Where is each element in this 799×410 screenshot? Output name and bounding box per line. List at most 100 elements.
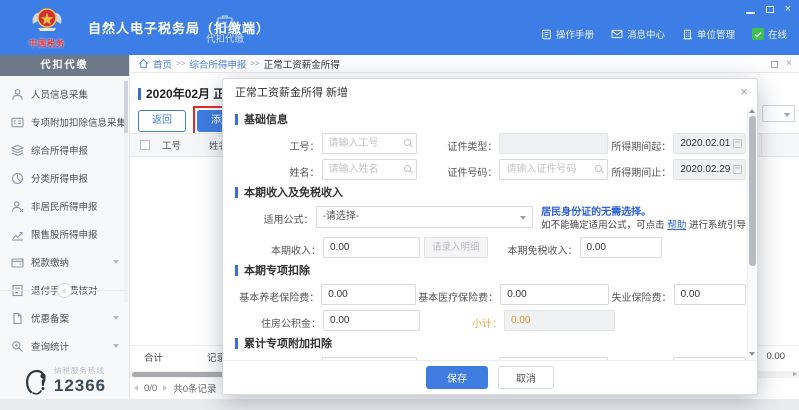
tab-close-icon[interactable]: ×: [786, 60, 792, 68]
manual-icon: [541, 29, 552, 40]
unemployment-input[interactable]: [674, 284, 746, 305]
period-end-label: 所得期间止：: [610, 159, 671, 179]
tax-free-input[interactable]: [580, 237, 662, 258]
logo-caption: 中国税务: [8, 38, 86, 49]
emp-no-input[interactable]: [322, 133, 417, 154]
sidebar-item-label: 税款缴纳: [31, 255, 69, 269]
breadcrumb-level2[interactable]: 综合所得申报: [189, 57, 246, 71]
briefcase-icon: [217, 14, 233, 28]
menu-item-label: 消息中心: [627, 27, 665, 41]
close-window-icon[interactable]: ×: [785, 5, 791, 14]
menu-item-manual[interactable]: 操作手册: [541, 27, 594, 41]
sidebar-item-personnel-info[interactable]: 人员信息采集: [0, 80, 129, 108]
form-row: 住房公积金： 小计：: [237, 310, 746, 331]
nav-tab-withholding[interactable]: 代扣代缴: [196, 6, 254, 52]
sidebar-item-label: 人员信息采集: [31, 87, 88, 101]
formula-select[interactable]: -请选择-: [316, 206, 534, 228]
chevron-down-icon: [784, 113, 790, 117]
scroll-up-icon[interactable]: [749, 109, 755, 113]
section-title: 本期收入及免税收入: [244, 184, 343, 200]
sidebar-item-special-deduction-info[interactable]: 专项附加扣除信息采集: [0, 108, 129, 136]
maximize-icon[interactable]: [766, 6, 774, 13]
prev-page-icon[interactable]: [134, 385, 138, 391]
help-link[interactable]: 帮助: [667, 220, 686, 231]
housing-fund-label: 住房公积金：: [237, 310, 321, 330]
hotline-label: 纳税服务热线: [54, 365, 106, 376]
sidebar-collapse-button[interactable]: ‹: [57, 283, 72, 298]
chevron-down-icon: [113, 260, 119, 264]
id-no-input[interactable]: [499, 159, 608, 180]
section-income: 本期收入及免税收入: [235, 185, 746, 199]
hotline-icon: [23, 366, 49, 396]
select-all-checkbox[interactable]: [140, 140, 150, 150]
scroll-down-icon[interactable]: [749, 352, 755, 356]
modal-close-icon[interactable]: ×: [740, 84, 748, 99]
sidebar-menu: 人员信息采集 专项附加扣除信息采集 综合所得申报 分类所得申报 非居民所得申报 …: [0, 76, 129, 360]
window-controls: ×: [746, 5, 791, 14]
search-stats-icon: [11, 340, 24, 353]
form-row: 适用公式： -请选择- 居民身份证的无需选择。 如不能确定适用公式，可点击 帮助…: [237, 206, 746, 232]
section-special-deduction: 本期专项扣除: [235, 263, 746, 277]
next-page-icon[interactable]: [163, 385, 167, 391]
tax-logo: 中国税务: [8, 2, 86, 49]
sidebar-item-query-statistics[interactable]: 查询统计: [0, 332, 129, 360]
sidebar-item-label: 分类所得申报: [31, 171, 88, 185]
org-icon: [682, 29, 693, 40]
sidebar-item-label: 优惠备案: [31, 311, 69, 325]
window-bottom-strip: [0, 399, 799, 410]
note-line2-post: 进行系统引导: [689, 220, 746, 231]
menu-item-messages[interactable]: 消息中心: [611, 27, 665, 41]
note-line2: 如不能确定适用公式，可点击 帮助 进行系统引导: [541, 219, 746, 232]
name-input[interactable]: [322, 159, 417, 180]
sidebar-item-tax-payment[interactable]: 税款缴纳: [0, 248, 129, 276]
menu-item-label: 操作手册: [556, 27, 594, 41]
wallet-icon: [11, 256, 24, 269]
total-records: 共0条记录: [173, 381, 216, 395]
calendar-icon: [733, 165, 742, 174]
section-accent-bar: [235, 114, 238, 125]
menu-item-label: 单位管理: [697, 27, 735, 41]
sidebar: 代扣代缴 人员信息采集 专项附加扣除信息采集 综合所得申报 分类所得申报 非居民…: [0, 55, 130, 410]
save-button[interactable]: 保存: [426, 366, 488, 389]
scrollbar-thumb[interactable]: [749, 116, 756, 266]
sidebar-item-classified-income[interactable]: 分类所得申报: [0, 164, 129, 192]
period-start-label: 所得期间起：: [610, 133, 671, 153]
total-label: 合计: [144, 350, 163, 364]
note-line1: 居民身份证的无需选择。: [541, 206, 746, 219]
cancel-button[interactable]: 取消: [498, 366, 554, 389]
note-line2-pre: 如不能确定适用公式，可点击: [541, 220, 665, 231]
section-basic-info: 基础信息: [235, 112, 746, 126]
breadcrumb-separator: >>: [250, 59, 259, 68]
sidebar-item-preferential-filing[interactable]: 优惠备案: [0, 304, 129, 332]
sidebar-item-nonresident-income[interactable]: 非居民所得申报: [0, 192, 129, 220]
id-type-input: [499, 133, 608, 154]
toolbar-select[interactable]: [762, 105, 795, 122]
menu-item-online-status[interactable]: 在线: [752, 27, 787, 41]
medical-label: 基本医疗保险费：: [418, 284, 498, 304]
special-subtotal-label: 小计：: [422, 310, 502, 330]
menu-item-org-management[interactable]: 单位管理: [682, 27, 735, 41]
scroll-right-icon[interactable]: [793, 372, 797, 376]
emp-no-label: 工号：: [237, 133, 320, 153]
sidebar-item-restricted-stock-income[interactable]: 限售股所得申报: [0, 220, 129, 248]
section-title: 本期专项扣除: [244, 262, 310, 278]
modal-footer: 保存 取消: [223, 360, 757, 394]
breadcrumb-home[interactable]: 首页: [153, 57, 172, 71]
sidebar-scrollbar[interactable]: [124, 81, 128, 303]
pension-input[interactable]: [321, 284, 416, 305]
form-row: 基本养老保险费： 基本医疗保险费： 失业保险费：: [237, 284, 746, 305]
formula-note: 居民身份证的无需选择。 如不能确定适用公式，可点击 帮助 进行系统引导: [541, 206, 746, 232]
income-input[interactable]: [323, 237, 420, 258]
medical-input[interactable]: [500, 284, 609, 305]
national-emblem-icon: [30, 4, 64, 38]
name-label: 姓名：: [237, 159, 320, 179]
housing-fund-input[interactable]: [323, 310, 420, 331]
modal-scrollbar[interactable]: [747, 107, 756, 358]
tab-restore-icon[interactable]: [771, 61, 778, 68]
sidebar-item-comprehensive-income[interactable]: 综合所得申报: [0, 136, 129, 164]
minimize-icon[interactable]: [746, 12, 755, 14]
user-alt-icon: [11, 200, 24, 213]
back-button[interactable]: 返回: [138, 110, 186, 132]
document-icon: [11, 312, 24, 325]
section-accent-bar: [235, 265, 238, 276]
